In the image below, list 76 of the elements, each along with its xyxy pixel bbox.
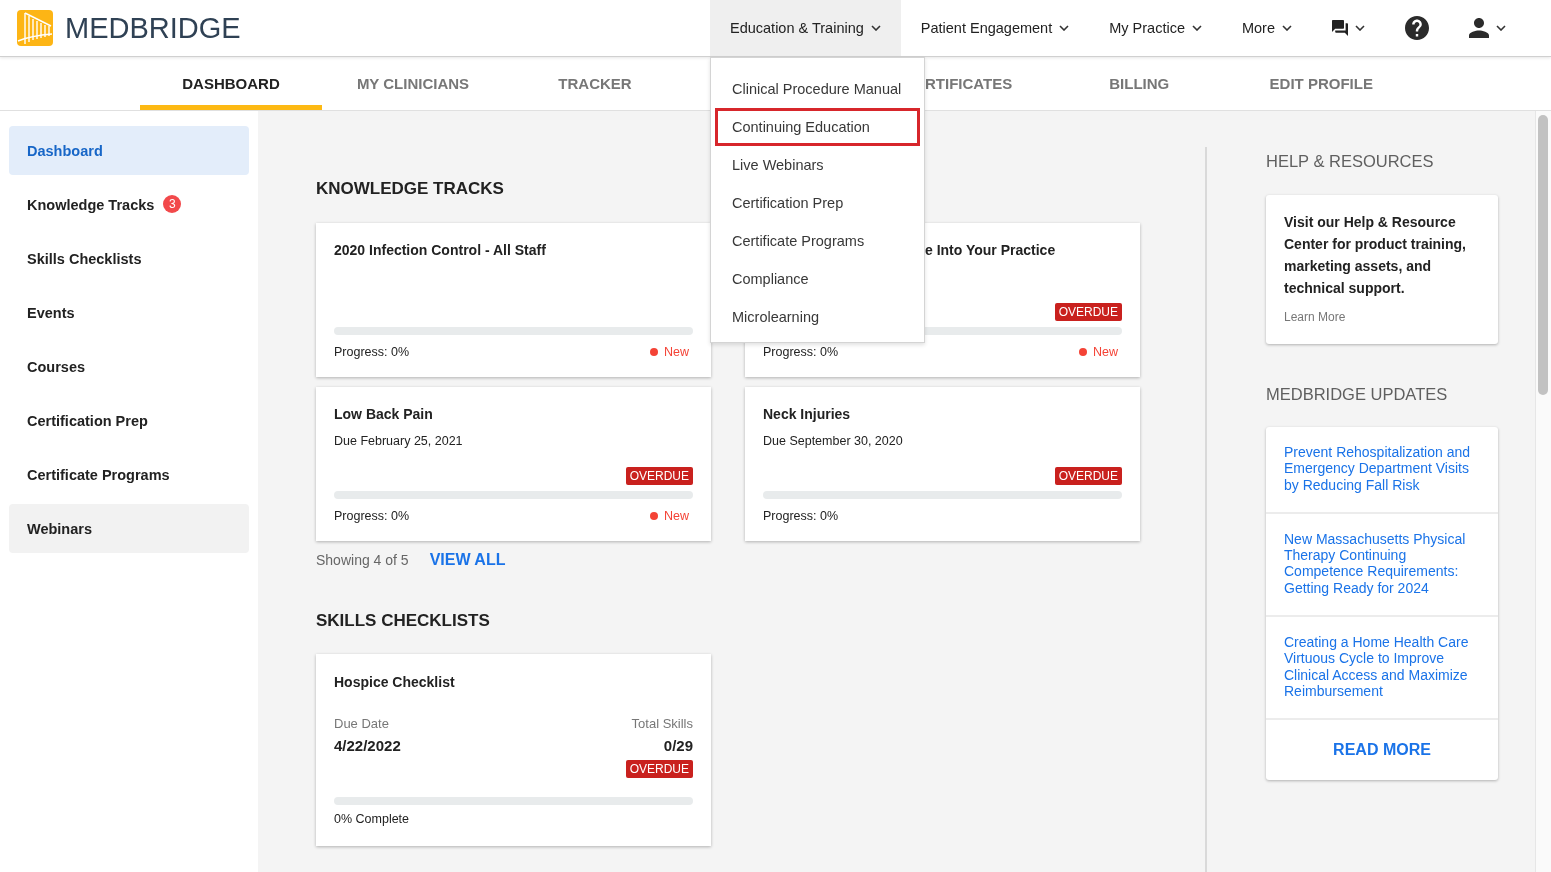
count-badge: 3 bbox=[163, 194, 182, 213]
overdue-badge: OVERDUE bbox=[625, 760, 693, 778]
help-text: Visit our Help & Resource Center for product training, marketing assets, and technical support. bbox=[1284, 213, 1467, 298]
update-link[interactable]: New Massachusetts Physical Therapy Continuing Competence Requirements: Getting Ready for 2024 bbox=[1284, 530, 1480, 597]
update-link[interactable]: Creating a Home Health Care Virtuous Cycle to Improve Clinical Access and Maximize Reimbursement bbox=[1284, 634, 1480, 700]
nav-menu-button[interactable]: Patient Engagement bbox=[900, 0, 1090, 56]
tab[interactable]: MY CLINICIANS bbox=[322, 57, 504, 110]
sidebar-item[interactable]: Events bbox=[9, 288, 249, 337]
sidebar-item[interactable]: Skills Checklists bbox=[9, 234, 249, 283]
field-label: Total Skills bbox=[631, 715, 693, 733]
caret-icon bbox=[870, 25, 881, 31]
section-heading: MEDBRIDGE UPDATES bbox=[1266, 384, 1448, 405]
field-value: 4/22/2022 bbox=[334, 736, 401, 756]
track-card[interactable]: Low Back Pain Due February 25, 2021 OVERDUE Progress: 0% New bbox=[316, 387, 711, 541]
tab[interactable]: TRACKER bbox=[504, 57, 686, 110]
view-all-link[interactable]: VIEW ALL bbox=[429, 551, 506, 569]
field-value: 0/29 bbox=[663, 736, 693, 756]
progress-label: Progress: 0% bbox=[334, 509, 410, 523]
checklist-card[interactable]: Hospice Checklist Due Date 4/22/2022 Total Skills 0/29 OVERDUE 0% Complete bbox=[316, 654, 711, 846]
overdue-badge: OVERDUE bbox=[1054, 467, 1122, 485]
sidebar-item[interactable]: Knowledge Tracks 3 bbox=[9, 180, 249, 229]
user-icon bbox=[1469, 18, 1489, 38]
status-dot-icon bbox=[650, 512, 658, 520]
chat-icon bbox=[1332, 20, 1348, 36]
status-dot-icon bbox=[1079, 348, 1087, 356]
status-dot-icon bbox=[650, 348, 658, 356]
results-count: Showing 4 of 5 bbox=[316, 552, 409, 568]
learn-more-link[interactable]: Learn More bbox=[1284, 309, 1346, 325]
field-label: Due Date bbox=[334, 715, 389, 733]
caret-icon bbox=[1282, 25, 1292, 31]
progress-label: Progress: 0% bbox=[763, 509, 839, 523]
caret-icon bbox=[1355, 25, 1365, 31]
card-title: Hospice Checklist bbox=[334, 673, 455, 692]
menu-item[interactable]: Certification Prep bbox=[715, 184, 920, 222]
menu-item[interactable]: Continuing Education bbox=[715, 108, 920, 146]
scrollbar[interactable] bbox=[1535, 111, 1551, 872]
section-heading: HELP & RESOURCES bbox=[1266, 151, 1434, 172]
tab[interactable]: BILLING bbox=[1048, 57, 1231, 110]
progress-label: Progress: 0% bbox=[334, 345, 410, 359]
menu-item[interactable]: Live Webinars bbox=[715, 146, 920, 184]
sidebar-item[interactable]: Certification Prep bbox=[9, 396, 249, 445]
help-icon bbox=[1405, 16, 1429, 40]
progress-label: 0% Complete bbox=[334, 811, 410, 828]
sidebar-item[interactable]: Dashboard bbox=[9, 126, 249, 175]
caret-icon bbox=[1496, 25, 1506, 31]
card-title: 2020 Infection Control - All Staff bbox=[334, 241, 546, 260]
track-card[interactable]: 2020 Infection Control - All Staff Progress: 0% New bbox=[316, 223, 711, 377]
progress-label: Progress: 0% bbox=[763, 345, 839, 359]
tab[interactable]: RTIFICATES bbox=[925, 57, 1049, 110]
tab[interactable]: EDIT PROFILE bbox=[1230, 57, 1413, 110]
status-label: New bbox=[1093, 345, 1118, 359]
card-title: Neck Injuries bbox=[763, 405, 851, 424]
card-title: e Into Your Practice bbox=[925, 241, 1057, 260]
caret-icon bbox=[1191, 25, 1202, 31]
status-label: New bbox=[664, 509, 689, 523]
update-link[interactable]: Prevent Rehospitalization and Emergency Department Visits by Reducing Fall Risk bbox=[1284, 444, 1480, 493]
scrollbar-thumb[interactable] bbox=[1538, 115, 1548, 395]
card-title: Low Back Pain bbox=[334, 405, 433, 424]
caret-icon bbox=[1059, 25, 1070, 31]
read-more-link[interactable]: READ MORE bbox=[1333, 741, 1431, 760]
sidebar-item[interactable]: Certificate Programs bbox=[9, 450, 249, 499]
due-date: Due September 30, 2020 bbox=[763, 433, 903, 450]
status-label: New bbox=[664, 345, 689, 359]
overdue-badge: OVERDUE bbox=[1054, 303, 1122, 321]
menu-item[interactable]: Clinical Procedure Manual bbox=[715, 70, 920, 108]
section-heading: SKILLS CHECKLISTS bbox=[316, 610, 490, 632]
nav-menu-button[interactable]: Education & Training bbox=[710, 0, 901, 56]
nav-menu-button[interactable]: More bbox=[1221, 0, 1312, 56]
section-heading: KNOWLEDGE TRACKS bbox=[316, 178, 504, 200]
logo-text[interactable]: MEDBRIDGE bbox=[65, 11, 241, 45]
sidebar-item[interactable]: Courses bbox=[9, 342, 249, 391]
overdue-badge: OVERDUE bbox=[625, 467, 693, 485]
track-card[interactable]: Neck Injuries Due September 30, 2020 OVERDUE Progress: 0% bbox=[745, 387, 1140, 541]
due-date: Due February 25, 2021 bbox=[334, 433, 463, 450]
sidebar-item[interactable]: Webinars bbox=[9, 504, 249, 553]
nav-menu-button[interactable]: My Practice bbox=[1089, 0, 1222, 56]
